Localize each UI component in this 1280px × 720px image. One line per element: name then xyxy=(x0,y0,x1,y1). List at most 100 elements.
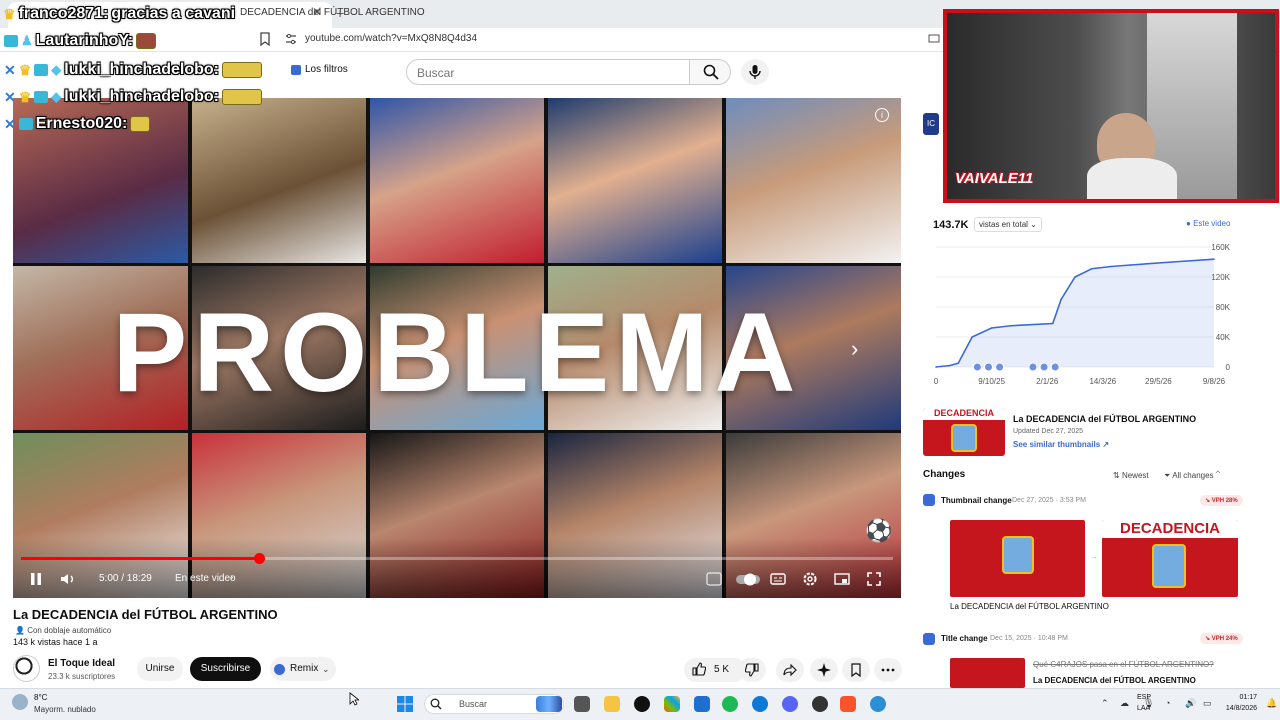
metric-select[interactable]: vistas en total ⌄ xyxy=(974,217,1042,232)
vph-value: VPH 24% xyxy=(1211,636,1238,642)
battery-icon[interactable]: ▭ xyxy=(1203,698,1212,709)
sort-newest-button[interactable]: ⇅ Newest xyxy=(1113,471,1149,480)
copilot-widget-icon[interactable] xyxy=(536,696,562,712)
chat-message: ✕ ♛ ◆ lukki_hinchadelobo: xyxy=(4,88,262,106)
chat-username: Ernesto020: xyxy=(35,115,128,132)
new-title: La DECADENCIA del FÚTBOL ARGENTINO xyxy=(1033,676,1196,685)
site-settings-icon[interactable] xyxy=(284,32,298,46)
chevron-up-icon[interactable]: ⌃ xyxy=(1101,698,1109,709)
y-tick-label: 80K xyxy=(1216,303,1231,312)
ask-button[interactable] xyxy=(810,658,838,682)
thumbnail-updated: Updated Dec 27, 2025 xyxy=(1013,428,1084,435)
url-field[interactable]: youtube.com/watch?v=MxQ8N8Q4d34 xyxy=(305,33,477,44)
vip-badge-icon xyxy=(18,118,33,130)
brave-icon[interactable] xyxy=(840,696,856,712)
app-icon[interactable] xyxy=(870,696,886,712)
search-button[interactable] xyxy=(689,59,731,85)
next-arrow-icon[interactable]: › xyxy=(851,336,858,362)
filters-chip[interactable]: Los filtros xyxy=(291,64,348,75)
chat-message: ♛ franco2871: gracias a cavani xyxy=(3,5,235,23)
share-icon xyxy=(783,663,797,677)
progress-scrubber[interactable] xyxy=(254,553,266,564)
x-tick-label: 9/8/26 xyxy=(1203,377,1226,386)
input-layout[interactable]: LAA xyxy=(1137,705,1150,712)
voice-search-button[interactable] xyxy=(741,59,769,85)
settings-gear-icon[interactable] xyxy=(801,570,819,588)
clock-time[interactable]: 01:17 xyxy=(1221,694,1257,701)
filter-changes-button[interactable]: ⏷ All changes ⌃ xyxy=(1164,471,1220,481)
cloud-icon[interactable]: ☁ xyxy=(1120,698,1129,709)
arrow-right-icon: → xyxy=(1090,552,1098,561)
views-chart: 0 40K 80K 120K 160K 0 9/10/25 2/1/26 14/3/26 29/5… xyxy=(934,243,1231,386)
volume-icon[interactable] xyxy=(59,570,77,588)
tab-title[interactable]: DECADENCIA del FÚTBOL ARGENTINO xyxy=(240,7,425,18)
chevron-down-icon[interactable]: ⌄ xyxy=(322,664,330,675)
new-tab-icon[interactable]: + xyxy=(336,5,344,21)
filters-label: Los filtros xyxy=(305,64,348,75)
extension-badge[interactable]: IC xyxy=(923,113,939,135)
change-marker xyxy=(972,362,982,372)
dubbing-label: 👤 Con doblaje automático xyxy=(15,626,111,635)
fullscreen-icon[interactable] xyxy=(865,570,883,588)
store-icon[interactable] xyxy=(694,696,710,712)
old-thumbnail[interactable] xyxy=(950,520,1085,597)
wifi-icon[interactable]: ◔ xyxy=(1165,698,1170,708)
notification-bell-icon[interactable]: 🔔 xyxy=(1266,698,1277,709)
channel-name[interactable]: El Toque Ideal xyxy=(48,658,115,669)
iq-icon[interactable] xyxy=(705,570,723,588)
save-icon xyxy=(851,663,861,677)
autoplay-toggle-icon[interactable] xyxy=(735,570,761,588)
video-player[interactable]: PROBLEMA i › ⚽ 5:00 / 18:29 En este vide… xyxy=(13,98,901,598)
weather-temp[interactable]: 8°C xyxy=(34,693,47,702)
bookmark-icon[interactable] xyxy=(258,32,272,46)
dislike-button[interactable] xyxy=(738,658,766,682)
change-marker xyxy=(983,362,993,372)
y-tick-label: 40K xyxy=(1216,333,1231,342)
y-tick-label: 0 xyxy=(1226,363,1231,372)
captions-icon[interactable] xyxy=(769,570,787,588)
more-actions-button[interactable] xyxy=(874,658,902,682)
microphone-icon xyxy=(749,65,761,79)
join-button[interactable]: Unirse xyxy=(137,657,183,681)
weather-description[interactable]: Mayorm. nublado xyxy=(34,705,96,714)
app-icon[interactable] xyxy=(634,696,650,712)
share-button[interactable] xyxy=(776,658,804,682)
search-input[interactable]: Buscar xyxy=(406,59,690,85)
spotify-icon[interactable] xyxy=(722,696,738,712)
cast-icon[interactable] xyxy=(928,34,940,44)
input-language[interactable]: ESP xyxy=(1137,694,1151,701)
save-button[interactable] xyxy=(842,658,870,682)
new-thumbnail[interactable]: DECADENCIA xyxy=(1102,520,1238,597)
obs-icon[interactable] xyxy=(812,696,828,712)
change-marker xyxy=(1050,362,1060,372)
copilot-icon[interactable] xyxy=(664,696,680,712)
miniplayer-icon[interactable] xyxy=(833,570,851,588)
edge-icon[interactable] xyxy=(752,696,768,712)
data-point xyxy=(957,362,960,365)
similar-thumbnails-link[interactable]: See similar thumbnails ↗ xyxy=(1013,440,1109,449)
info-icon[interactable]: i xyxy=(875,108,889,122)
total-views: 143.7K xyxy=(933,219,969,231)
data-point xyxy=(1090,267,1093,270)
subscribe-button[interactable]: Suscribirse xyxy=(190,657,261,681)
task-view-icon[interactable] xyxy=(574,696,590,712)
time-display: 5:00 / 18:29 xyxy=(99,573,152,584)
pause-icon[interactable] xyxy=(27,570,45,588)
windows-start-icon[interactable] xyxy=(397,696,413,712)
channel-avatar[interactable] xyxy=(13,655,40,682)
x-tick-label: 14/3/26 xyxy=(1089,377,1116,386)
tab-close-icon[interactable]: ✕ xyxy=(312,5,322,19)
x-tick-label: 9/10/25 xyxy=(978,377,1005,386)
discord-icon[interactable] xyxy=(782,696,798,712)
metric-select-label: vistas en total xyxy=(979,220,1028,229)
weather-cloud-icon[interactable] xyxy=(12,694,28,710)
current-thumbnail[interactable]: DECADENCIA xyxy=(923,408,1005,456)
chapter-button[interactable]: En este video xyxy=(175,573,236,584)
volume-icon[interactable]: 🔊 xyxy=(1185,698,1196,709)
data-point xyxy=(990,327,993,329)
remix-icon xyxy=(274,664,285,675)
data-point xyxy=(1051,322,1054,325)
file-explorer-icon[interactable] xyxy=(604,696,620,712)
x-badge-icon: ✕ xyxy=(4,61,16,78)
clock-date[interactable]: 14/8/2026 xyxy=(1221,705,1257,712)
